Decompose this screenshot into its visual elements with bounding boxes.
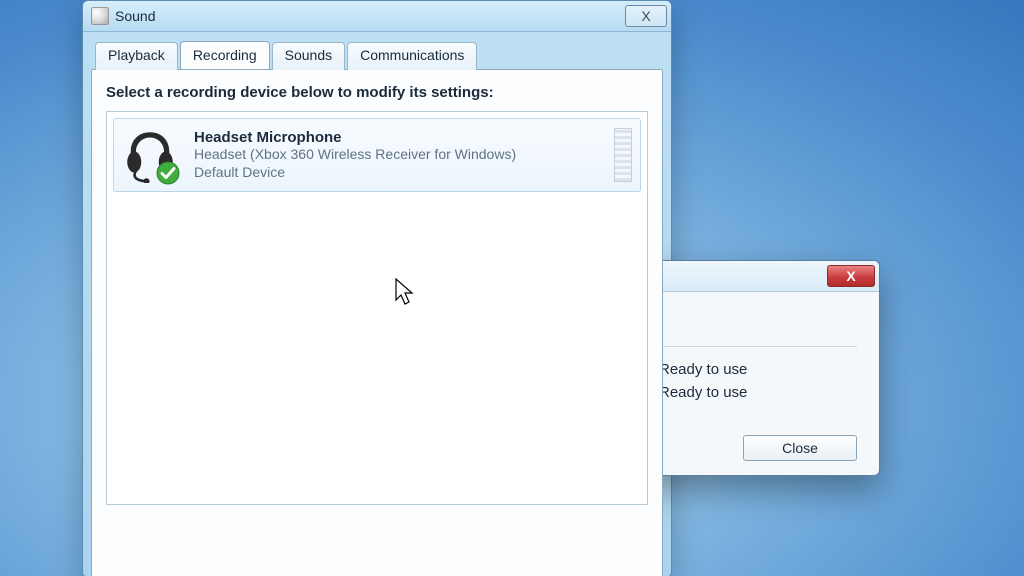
sound-window: Sound X Playback Recording Sounds Commun… [82, 0, 672, 576]
tab-communications[interactable]: Communications [347, 42, 477, 70]
device-description: Headset (Xbox 360 Wireless Receiver for … [194, 146, 516, 164]
desktop-background: Sound X Playback Recording Sounds Commun… [0, 0, 1024, 576]
input-level-meter [614, 128, 632, 182]
recording-tab-panel: Select a recording device below to modif… [91, 69, 663, 576]
driver-close-action-button[interactable]: Close [743, 435, 857, 461]
driver-status-text: Ready to use [659, 384, 747, 401]
driver-close-button[interactable]: X [827, 265, 875, 287]
driver-row-status: Ready to use [637, 361, 857, 378]
close-icon: X [641, 8, 650, 24]
device-status: Default Device [194, 164, 516, 182]
device-item-headset-microphone[interactable]: Headset Microphone Headset (Xbox 360 Wir… [113, 118, 641, 192]
headset-icon [122, 127, 178, 183]
default-device-check-icon [156, 161, 180, 185]
device-name: Headset Microphone [194, 129, 516, 146]
device-text: Headset Microphone Headset (Xbox 360 Wir… [194, 129, 516, 181]
sound-close-button[interactable]: X [625, 5, 667, 27]
driver-row-status: Ready to use [637, 384, 857, 401]
close-icon: X [846, 268, 855, 284]
recording-device-list[interactable]: Headset Microphone Headset (Xbox 360 Wir… [106, 111, 648, 505]
sound-tabs: Playback Recording Sounds Communications [95, 41, 663, 69]
sound-window-title: Sound [115, 8, 625, 24]
tab-recording[interactable]: Recording [180, 41, 270, 69]
sound-client-area: Playback Recording Sounds Communications… [91, 41, 663, 569]
sound-titlebar[interactable]: Sound X [83, 1, 671, 32]
tab-playback[interactable]: Playback [95, 42, 178, 70]
driver-status-text: Ready to use [659, 361, 747, 378]
speaker-icon [91, 7, 109, 25]
recording-instruction-text: Select a recording device below to modif… [106, 84, 648, 101]
tab-sounds[interactable]: Sounds [272, 42, 345, 70]
